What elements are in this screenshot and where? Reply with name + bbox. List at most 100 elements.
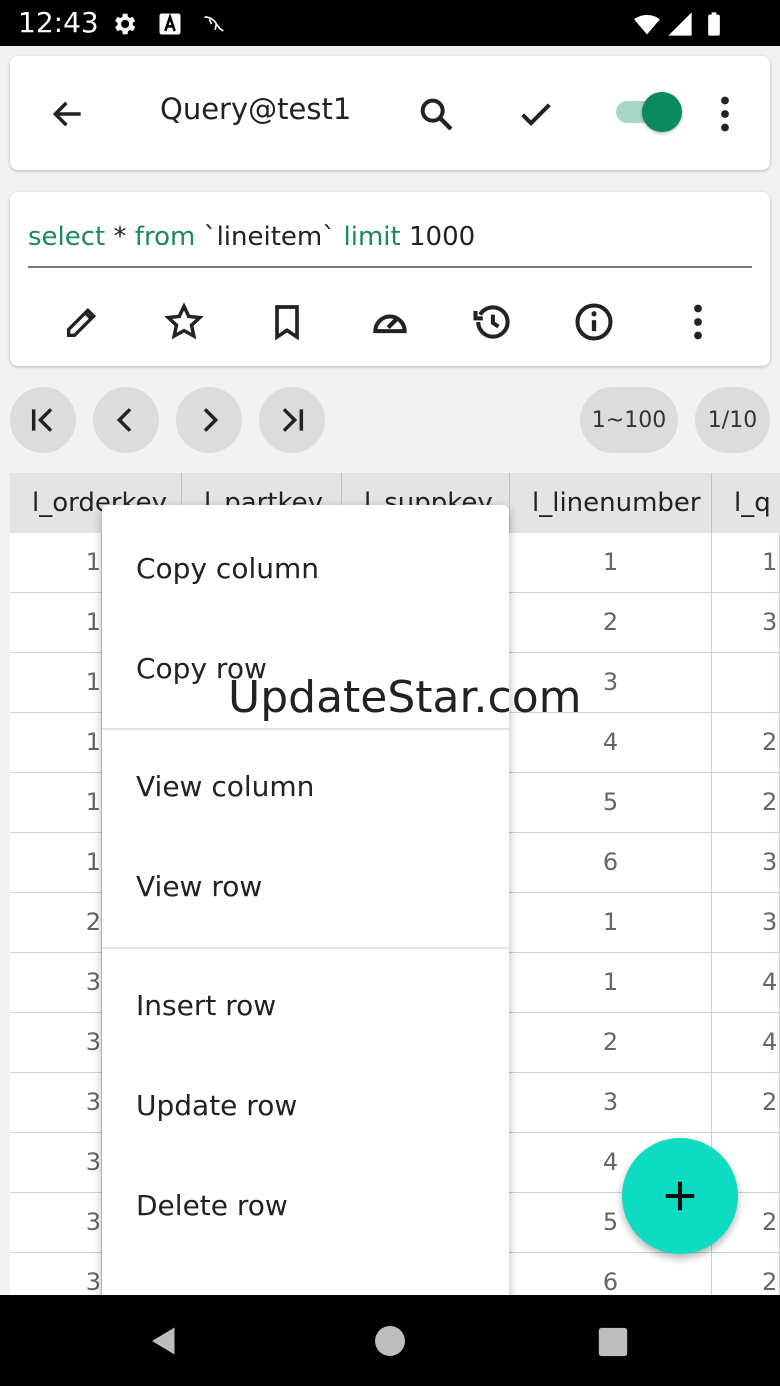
sql-input[interactable]: select * from `lineitem` limit 1000 <box>28 222 752 268</box>
table-cell: 5 <box>510 773 712 833</box>
info-button[interactable] <box>568 296 620 348</box>
table-cell: 3 <box>712 833 780 893</box>
table-cell: 3 <box>10 1133 102 1193</box>
star-icon <box>164 302 204 340</box>
last-page-icon <box>282 408 304 432</box>
table-cell: 1 <box>10 713 102 773</box>
sql-token: * <box>105 222 135 252</box>
table-cell: 3 <box>510 1073 712 1133</box>
table-cell: 2 <box>510 593 712 653</box>
next-page-button[interactable] <box>176 387 242 453</box>
first-page-button[interactable] <box>10 387 76 453</box>
overflow-menu-button[interactable] <box>700 86 750 142</box>
table-cell: 2 <box>712 1073 780 1133</box>
execute-button[interactable] <box>508 86 564 142</box>
first-page-icon <box>31 408 53 432</box>
menu-divider <box>102 947 509 949</box>
table-cell: 3 <box>10 1193 102 1253</box>
navigation-bar <box>0 1295 780 1386</box>
edit-icon <box>67 307 97 337</box>
column-header[interactable]: l_q <box>712 473 780 533</box>
menu-divider <box>102 728 509 730</box>
menu-item-update-row[interactable]: Update row <box>102 1056 509 1156</box>
table-cell: 1 <box>10 593 102 653</box>
table-cell: 3 <box>10 1013 102 1073</box>
table-cell: 2 <box>510 1013 712 1073</box>
status-bar: 12:43 <box>0 0 780 46</box>
context-menu: Copy column Copy row View column View ro… <box>102 505 509 1305</box>
screen: 12:43 Query@test1 select * from `lineite… <box>0 0 780 1386</box>
table-cell: 1 <box>10 773 102 833</box>
signal-icon <box>668 12 692 36</box>
more-vert-icon <box>721 96 729 132</box>
table-cell: 2 <box>10 893 102 953</box>
speed-icon <box>373 314 407 334</box>
page-indicator-button[interactable]: 1/10 <box>695 387 770 453</box>
edit-button[interactable] <box>56 296 108 348</box>
table-cell: 3 <box>10 1253 102 1295</box>
sql-token: limit <box>343 222 401 252</box>
history-icon <box>473 305 510 339</box>
menu-item-view-column[interactable]: View column <box>102 737 509 837</box>
info-icon <box>575 303 613 341</box>
wifi-icon <box>634 14 660 35</box>
table-cell: 6 <box>510 833 712 893</box>
menu-item-view-row[interactable]: View row <box>102 837 509 937</box>
nav-home-icon[interactable] <box>372 1323 408 1359</box>
table-cell: 6 <box>510 1253 712 1295</box>
chevron-left-icon <box>116 408 132 432</box>
explain-button[interactable] <box>364 296 416 348</box>
toggle-knob <box>642 92 682 132</box>
sql-token: `lineitem` <box>195 222 344 252</box>
chevron-right-icon <box>203 408 219 432</box>
last-page-button[interactable] <box>259 387 325 453</box>
table-cell: 1 <box>510 533 712 593</box>
top-app-bar: Query@test1 <box>10 56 770 170</box>
previous-page-button[interactable] <box>93 387 159 453</box>
table-cell: 4 <box>712 1013 780 1073</box>
sql-token: 1000 <box>400 222 476 252</box>
favorite-button[interactable] <box>158 296 210 348</box>
column-header[interactable]: l_linenumber <box>510 473 712 533</box>
table-cell: 2 <box>712 713 780 773</box>
watermark: UpdateStar.com <box>228 672 582 723</box>
plus-icon <box>665 1181 695 1211</box>
search-icon <box>420 98 453 131</box>
bookmark-button[interactable] <box>261 296 313 348</box>
history-button[interactable] <box>466 296 518 348</box>
mysql-dolphin-icon <box>204 16 224 32</box>
battery-icon <box>708 12 720 36</box>
arrow-back-icon <box>52 101 81 127</box>
table-cell: 3 <box>712 893 780 953</box>
table-cell: 1 <box>10 533 102 593</box>
back-button[interactable] <box>40 86 96 142</box>
table-cell: 3 <box>10 953 102 1013</box>
table-cell: 4 <box>712 953 780 1013</box>
table-cell <box>712 653 780 713</box>
nav-back-icon[interactable] <box>146 1323 182 1359</box>
table-cell: 3 <box>712 593 780 653</box>
table-cell: 1 <box>10 833 102 893</box>
add-fab-button[interactable] <box>622 1138 738 1254</box>
table-cell: 1 <box>712 533 780 593</box>
sql-token: from <box>134 222 196 252</box>
mode-toggle[interactable] <box>614 92 684 132</box>
check-icon <box>521 103 551 126</box>
sql-editor-card: select * from `lineitem` limit 1000 <box>10 192 770 366</box>
bookmark-icon <box>275 305 299 341</box>
nav-recents-icon[interactable] <box>596 1325 630 1359</box>
table-cell: 3 <box>10 1073 102 1133</box>
font-a-icon <box>159 12 181 35</box>
menu-item-insert-row[interactable]: Insert row <box>102 956 509 1056</box>
table-cell: 2 <box>712 773 780 833</box>
page-title: Query@test1 <box>160 92 352 126</box>
menu-item-delete-row[interactable]: Delete row <box>102 1156 509 1256</box>
more-vert-icon <box>694 304 702 340</box>
gear-icon <box>115 13 136 35</box>
search-button[interactable] <box>408 86 464 142</box>
table-cell: 2 <box>712 1253 780 1295</box>
menu-item-copy-column[interactable]: Copy column <box>102 519 509 619</box>
editor-more-button[interactable] <box>672 296 724 348</box>
row-range-button[interactable]: 1~100 <box>580 387 678 453</box>
table-cell: 1 <box>510 953 712 1013</box>
